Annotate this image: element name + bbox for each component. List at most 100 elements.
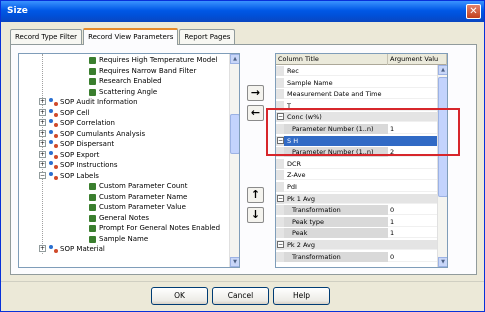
grid-cell-argument-value[interactable]: 1: [388, 217, 437, 227]
tree-item[interactable]: + SOP Material: [19, 244, 229, 254]
move-down-button[interactable]: ↓: [247, 207, 264, 223]
window-title: Size: [7, 6, 28, 16]
grid-row[interactable]: Sample Name: [276, 77, 447, 88]
title-bar: Size ✕: [1, 1, 484, 22]
grid-cell-argument-value[interactable]: 0: [388, 205, 437, 215]
tree-item[interactable]: + SOP Dispersant: [19, 139, 229, 149]
grid-cell-argument-value[interactable]: [388, 240, 437, 250]
category-node-icon: [49, 245, 58, 253]
tree-item[interactable]: Custom Parameter Value: [19, 202, 229, 212]
tab-report-pages[interactable]: Report Pages: [179, 29, 236, 45]
grid-cell-column-title: Peak: [284, 228, 388, 239]
tree-item[interactable]: Research Enabled: [19, 76, 229, 86]
grid-cell-column-title: Z-Ave: [287, 171, 306, 180]
collapse-minus-icon[interactable]: −: [277, 241, 284, 248]
grid-row[interactable]: − Pk 1 Avg: [276, 193, 447, 204]
expand-plus-icon[interactable]: +: [39, 150, 46, 158]
grid-row[interactable]: Z-Ave: [276, 170, 447, 181]
grid-row[interactable]: Transformation 0: [276, 205, 447, 216]
grid-cell-argument-value[interactable]: 0: [388, 252, 437, 262]
tree-item[interactable]: General Notes: [19, 213, 229, 223]
tree-item[interactable]: + SOP Audit Information: [19, 97, 229, 107]
grid-row-gutter: [276, 158, 284, 169]
tab-panel-record-view-parameters: Requires High Temperature Model Requires …: [10, 44, 477, 275]
collapse-minus-icon[interactable]: −: [39, 171, 46, 179]
move-up-button[interactable]: ↑: [247, 187, 264, 203]
tree-item[interactable]: Prompt For General Notes Enabled: [19, 223, 229, 233]
tree-item-label: Custom Parameter Count: [99, 182, 188, 190]
expand-plus-icon[interactable]: +: [39, 140, 46, 147]
close-button[interactable]: ✕: [466, 4, 481, 19]
expand-plus-icon[interactable]: +: [39, 161, 46, 168]
grid-cell-argument-value[interactable]: [388, 89, 437, 99]
tree-item[interactable]: Requires High Temperature Model: [19, 55, 229, 65]
grid-vertical-scrollbar[interactable]: ▲ ▼: [437, 65, 447, 267]
grid-row[interactable]: − Pk 2 Avg: [276, 240, 447, 250]
grid-cell-argument-value[interactable]: [388, 66, 437, 76]
grid-scroll-up-arrow-icon[interactable]: ▲: [438, 65, 447, 75]
cancel-button[interactable]: Cancel: [212, 287, 269, 305]
grid-cell-argument-value[interactable]: [388, 182, 437, 192]
grid-row[interactable]: Rec: [276, 66, 447, 76]
button-separator: [1, 281, 484, 282]
collapse-minus-icon[interactable]: −: [277, 194, 284, 202]
parameter-tree[interactable]: Requires High Temperature Model Requires …: [18, 53, 240, 268]
tree-item[interactable]: − SOP Labels: [19, 171, 229, 181]
tree-item[interactable]: Scattering Angle: [19, 87, 229, 97]
category-node-icon: [49, 108, 58, 117]
expand-plus-icon[interactable]: +: [39, 245, 46, 252]
tab-record-view-parameters[interactable]: Record View Parameters: [83, 28, 179, 45]
grid-cell-argument-value[interactable]: [388, 194, 437, 204]
grid-cell-column-title: Measurement Date and Time: [287, 90, 382, 99]
tree-item[interactable]: + SOP Cumulants Analysis: [19, 129, 229, 139]
scroll-up-arrow-icon[interactable]: ▲: [230, 54, 239, 64]
tree-item[interactable]: + SOP Correlation: [19, 118, 229, 128]
grid-cell-argument-value[interactable]: [388, 170, 437, 180]
column-grid[interactable]: Column Title Argument Valu Rec Sample Nam…: [275, 53, 448, 268]
grid-row[interactable]: Peak type 1: [276, 216, 447, 227]
tree-item[interactable]: Custom Parameter Count: [19, 181, 229, 191]
parameter-leaf-icon: [89, 57, 96, 64]
help-button[interactable]: Help: [273, 287, 330, 305]
grid-scroll-down-arrow-icon[interactable]: ▼: [438, 257, 447, 267]
ok-button[interactable]: OK: [151, 287, 208, 305]
tree-item-label: SOP Dispersant: [60, 140, 115, 148]
tree-item[interactable]: + SOP Instructions: [19, 160, 229, 170]
grid-row[interactable]: Peak 1: [276, 228, 447, 239]
tab-record-type-filter[interactable]: Record Type Filter: [10, 29, 83, 45]
tree-item-label: Research Enabled: [99, 77, 162, 85]
remove-column-button[interactable]: ←: [247, 105, 264, 121]
grid-row-gutter: [276, 77, 284, 88]
scroll-thumb[interactable]: [230, 114, 239, 154]
column-header-argument-value[interactable]: Argument Valu: [388, 54, 447, 65]
category-node-icon: [49, 140, 58, 148]
tree-item-label: SOP Cumulants Analysis: [60, 129, 146, 138]
grid-row[interactable]: Measurement Date and Time: [276, 89, 447, 100]
expand-plus-icon[interactable]: +: [39, 98, 46, 105]
tree-item[interactable]: + SOP Export: [19, 150, 229, 160]
tree-item[interactable]: + SOP Cell: [19, 108, 229, 118]
expand-plus-icon[interactable]: +: [39, 108, 46, 116]
tree-item[interactable]: Custom Parameter Name: [19, 192, 229, 202]
column-header-title[interactable]: Column Title: [276, 54, 388, 65]
left-arrow-icon: ←: [250, 106, 261, 119]
annotation-highlight-box: [266, 108, 460, 156]
parameter-leaf-icon: [89, 88, 96, 96]
scroll-down-arrow-icon[interactable]: ▼: [230, 257, 239, 267]
grid-cell-column-title: Sample Name: [287, 78, 333, 87]
grid-row[interactable]: PdI: [276, 182, 447, 192]
expand-plus-icon[interactable]: +: [39, 129, 46, 137]
grid-row[interactable]: Transformation 0: [276, 251, 447, 262]
tree-vertical-scrollbar[interactable]: ▲ ▼: [229, 54, 239, 267]
expand-plus-icon[interactable]: +: [39, 119, 46, 126]
grid-row[interactable]: DCR: [276, 158, 447, 169]
size-dialog: Size ✕ Record Type Filter Record View Par…: [0, 0, 485, 312]
grid-cell-argument-value[interactable]: [388, 159, 437, 169]
tree-item[interactable]: Sample Name: [19, 234, 229, 244]
grid-cell-argument-value[interactable]: 1: [388, 228, 437, 238]
tree-item[interactable]: Requires Narrow Band Filter: [19, 66, 229, 76]
grid-row-gutter: [276, 251, 284, 262]
category-node-icon: [49, 161, 58, 169]
add-column-button[interactable]: →: [247, 85, 264, 101]
grid-cell-argument-value[interactable]: [388, 78, 437, 88]
